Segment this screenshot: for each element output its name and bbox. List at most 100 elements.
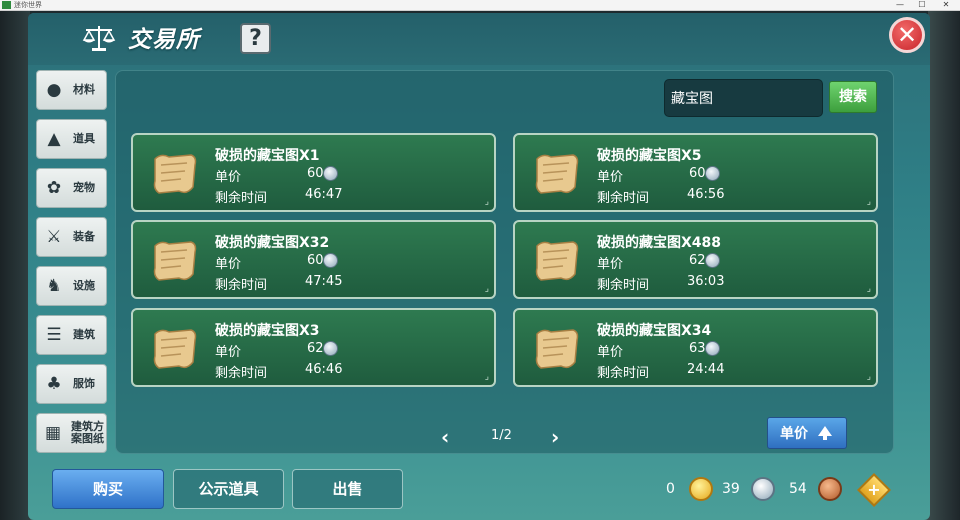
- sidebar-item-label: 建筑: [73, 328, 95, 341]
- bronze-amount: 54: [789, 481, 807, 497]
- close-button[interactable]: ✕: [889, 17, 925, 53]
- treasure-map-icon: [535, 241, 579, 281]
- silver-coin-icon: [323, 253, 338, 268]
- page-title: 交易所: [128, 27, 200, 53]
- time-label: 剩余时间: [597, 366, 650, 381]
- clothes-icon: ♣: [46, 374, 62, 394]
- sort-arrow-icon: [818, 426, 832, 440]
- search-button[interactable]: 搜索: [829, 81, 877, 113]
- sidebar-item-materials[interactable]: ● 材料: [36, 70, 107, 110]
- buy-button[interactable]: 购买: [52, 469, 164, 509]
- silver-coin-icon: [323, 166, 338, 181]
- price-label: 单价: [597, 257, 624, 272]
- sidebar-item-label: 装备: [73, 230, 95, 243]
- sidebar-item-facilities[interactable]: ♞ 设施: [36, 266, 107, 306]
- next-page-button[interactable]: ›: [551, 425, 559, 449]
- corner-mark-icon: ⌟: [866, 372, 871, 382]
- remaining-time: 36:03: [687, 274, 725, 289]
- sidebar-item-label: 设施: [73, 279, 95, 292]
- background-left: [0, 11, 30, 520]
- sidebar-item-buildings[interactable]: ☰ 建筑: [36, 315, 107, 355]
- item-price: 62: [307, 341, 324, 356]
- price-label: 单价: [597, 345, 624, 360]
- item-name: 破损的藏宝图X32: [215, 235, 330, 251]
- minimize-button[interactable]: —: [890, 0, 910, 10]
- time-label: 剩余时间: [215, 191, 268, 206]
- horse-icon: ♞: [46, 276, 62, 296]
- sidebar-item-label: 宠物: [73, 181, 95, 194]
- listing-card[interactable]: 破损的藏宝图X32 单价 60 剩余时间 47:45 ⌟: [131, 220, 496, 299]
- item-name: 破损的藏宝图X34: [597, 323, 712, 339]
- item-name: 破损的藏宝图X5: [597, 148, 702, 164]
- plus-icon: +: [867, 480, 881, 499]
- remaining-time: 46:47: [305, 187, 343, 202]
- gold-coin-icon: [689, 477, 713, 501]
- help-button[interactable]: ?: [240, 23, 271, 54]
- sidebar-item-clothing[interactable]: ♣ 服饰: [36, 364, 107, 404]
- item-name: 破损的藏宝图X1: [215, 148, 320, 164]
- sidebar-item-blueprints[interactable]: ▦ 建筑方案图纸: [36, 413, 107, 453]
- treasure-map-icon: [153, 154, 197, 194]
- remaining-time: 46:56: [687, 187, 725, 202]
- silver-coin-icon: [323, 341, 338, 356]
- sidebar-item-label: 道具: [73, 132, 95, 145]
- remaining-time: 24:44: [687, 362, 725, 377]
- treasure-map-icon: [153, 241, 197, 281]
- paw-icon: ✿: [46, 178, 62, 198]
- time-label: 剩余时间: [215, 366, 268, 381]
- listing-card[interactable]: 破损的藏宝图X34 单价 63 剩余时间 24:44 ⌟: [513, 308, 878, 387]
- time-label: 剩余时间: [597, 191, 650, 206]
- silver-coin-icon: [705, 166, 720, 181]
- item-price: 60: [307, 253, 324, 268]
- publicize-item-button[interactable]: 公示道具: [173, 469, 284, 509]
- sort-label: 单价: [780, 426, 808, 442]
- materials-icon: ●: [46, 80, 62, 100]
- price-label: 单价: [215, 345, 242, 360]
- remaining-time: 46:46: [305, 362, 343, 377]
- corner-mark-icon: ⌟: [484, 372, 489, 382]
- listing-card[interactable]: 破损的藏宝图X5 单价 60 剩余时间 46:56 ⌟: [513, 133, 878, 212]
- silver-coin-icon: [751, 477, 775, 501]
- corner-mark-icon: ⌟: [866, 197, 871, 207]
- price-label: 单价: [215, 170, 242, 185]
- prev-page-button[interactable]: ‹: [441, 425, 449, 449]
- remaining-time: 47:45: [305, 274, 343, 289]
- item-name: 破损的藏宝图X3: [215, 323, 320, 339]
- sidebar-item-equipment[interactable]: ⚔ 装备: [36, 217, 107, 257]
- search-box[interactable]: [664, 79, 823, 117]
- treasure-map-icon: [535, 154, 579, 194]
- item-icon: ▲: [47, 129, 61, 149]
- window-title: 迷你世界: [14, 1, 42, 9]
- bronze-coin-icon: [818, 477, 842, 501]
- item-name: 破损的藏宝图X488: [597, 235, 722, 251]
- sidebar-item-items[interactable]: ▲ 道具: [36, 119, 107, 159]
- window-close-button[interactable]: ✕: [936, 0, 956, 10]
- app-icon: [2, 1, 11, 9]
- sidebar-item-pets[interactable]: ✿ 宠物: [36, 168, 107, 208]
- silver-amount: 39: [722, 481, 740, 497]
- item-price: 60: [689, 166, 706, 181]
- background-right: [928, 11, 960, 520]
- item-price: 60: [307, 166, 324, 181]
- window-titlebar: 迷你世界 — ☐ ✕: [0, 0, 960, 11]
- price-label: 单价: [215, 257, 242, 272]
- corner-mark-icon: ⌟: [484, 197, 489, 207]
- time-label: 剩余时间: [597, 278, 650, 293]
- search-input[interactable]: [665, 80, 822, 116]
- sidebar-item-label: 材料: [73, 83, 95, 96]
- corner-mark-icon: ⌟: [866, 284, 871, 294]
- sidebar-item-label: 服饰: [73, 377, 95, 390]
- corner-mark-icon: ⌟: [484, 284, 489, 294]
- treasure-map-icon: [153, 329, 197, 369]
- listing-card[interactable]: 破损的藏宝图X3 单价 62 剩余时间 46:46 ⌟: [131, 308, 496, 387]
- price-label: 单价: [597, 170, 624, 185]
- maximize-button[interactable]: ☐: [912, 0, 932, 10]
- silver-coin-icon: [705, 253, 720, 268]
- item-price: 63: [689, 341, 706, 356]
- listing-card[interactable]: 破损的藏宝图X488 单价 62 剩余时间 36:03 ⌟: [513, 220, 878, 299]
- building-icon: ☰: [46, 325, 62, 345]
- listing-card[interactable]: 破损的藏宝图X1 单价 60 剩余时间 46:47 ⌟: [131, 133, 496, 212]
- sort-by-price-button[interactable]: 单价: [767, 417, 847, 449]
- treasure-map-icon: [535, 329, 579, 369]
- sell-button[interactable]: 出售: [292, 469, 403, 509]
